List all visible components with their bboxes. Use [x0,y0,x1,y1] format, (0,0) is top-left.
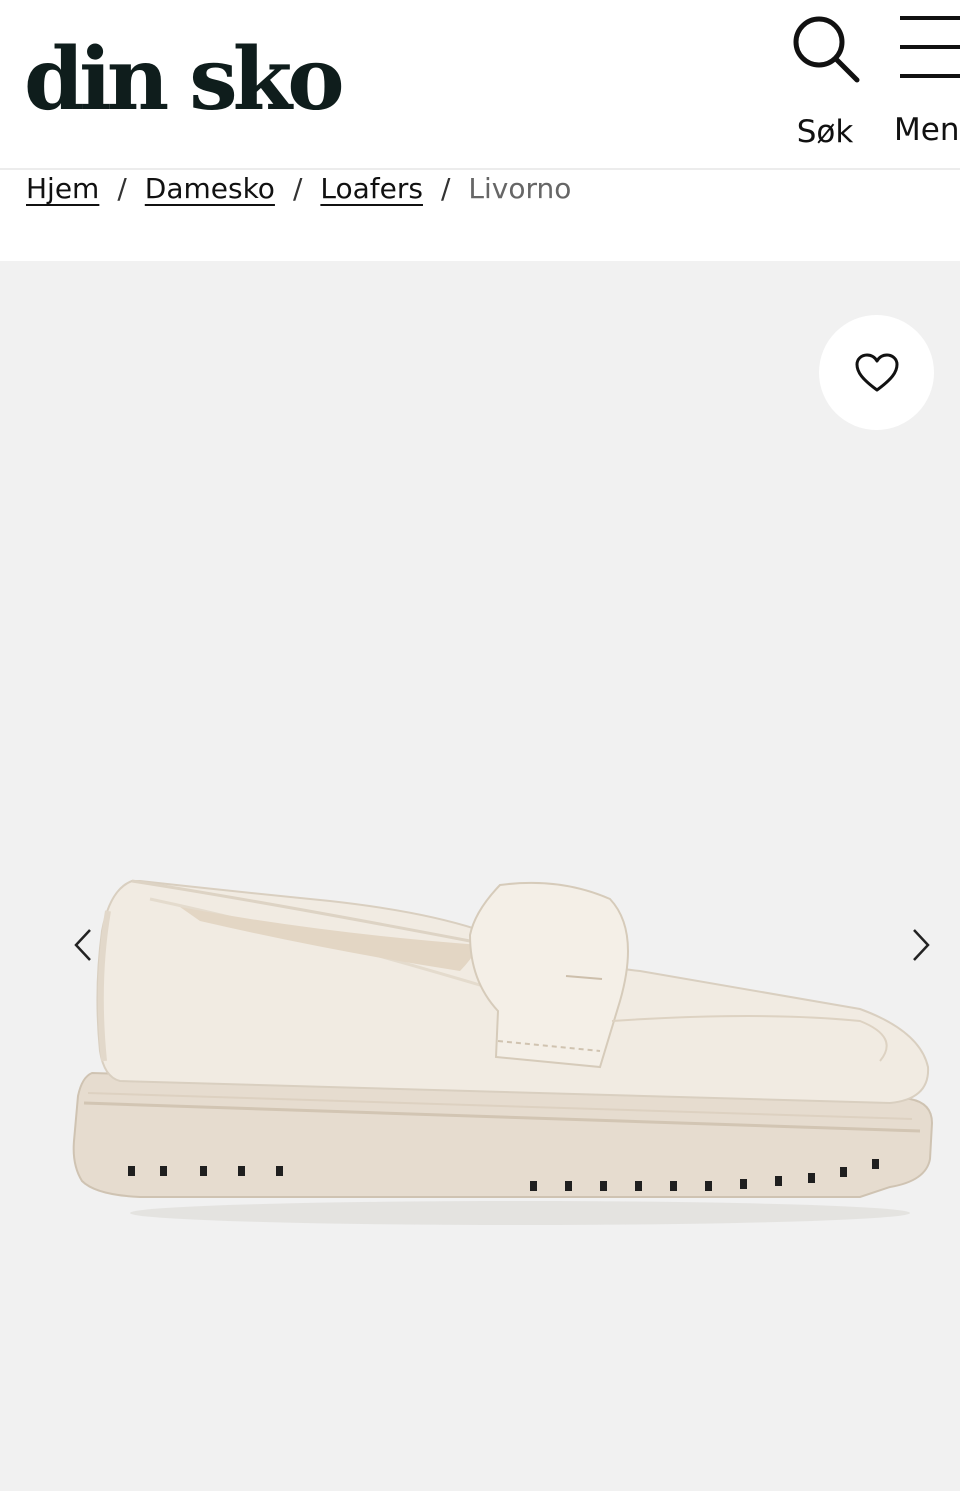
breadcrumb-loafers-link[interactable]: Loafers [320,172,423,205]
search-button[interactable]: Søk [780,10,870,160]
hamburger-menu-icon [900,16,960,78]
breadcrumb-current: Livorno [468,171,572,205]
heart-icon [855,353,898,391]
breadcrumb: Hjem / Damesko / Loafers / Livorno [26,166,571,210]
breadcrumb-separator: / [440,171,451,205]
search-label: Søk [796,114,854,150]
breadcrumb-damesko-link[interactable]: Damesko [145,172,275,205]
favorite-button[interactable] [819,315,934,430]
product-image-gallery[interactable] [0,261,960,1491]
search-icon [793,16,860,83]
breadcrumb-home-link[interactable]: Hjem [26,172,99,205]
site-header: din sko Søk Meny [0,0,960,170]
product-image [72,879,934,1225]
site-logo[interactable]: din sko [24,30,345,130]
breadcrumb-separator: / [292,171,303,205]
menu-button[interactable]: Meny [886,10,960,160]
breadcrumb-separator: / [117,171,127,205]
menu-label: Meny [894,112,960,148]
